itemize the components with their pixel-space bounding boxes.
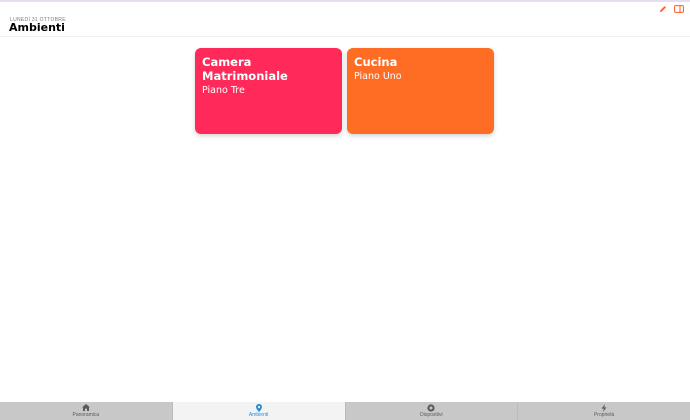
home-icon xyxy=(81,404,90,412)
lightning-icon xyxy=(601,403,607,412)
tab-label: Dispositivi xyxy=(420,411,443,418)
devices-icon xyxy=(427,403,435,412)
header-divider xyxy=(0,36,690,37)
tab-proprieta[interactable]: Proprietà xyxy=(518,402,690,420)
tab-label: Ambienti xyxy=(248,411,269,418)
tab-panoramica[interactable]: Panoramica xyxy=(0,402,173,420)
room-floor: Piano Uno xyxy=(354,71,402,82)
room-name: Cucina xyxy=(354,55,398,69)
room-name: Camera Matrimoniale xyxy=(202,55,288,83)
edit-pencil-icon[interactable] xyxy=(658,4,668,14)
tab-dispositivi[interactable]: Dispositivi xyxy=(346,402,519,420)
room-card-camera-matrimoniale[interactable]: Camera Matrimoniale Piano Tre xyxy=(195,48,342,134)
header-actions xyxy=(658,4,684,14)
tab-label: Panoramica xyxy=(72,411,100,418)
bottom-tab-bar: Panoramica Ambienti Dispositivi Propriet… xyxy=(0,402,690,420)
sidebar-panel-icon[interactable] xyxy=(674,4,684,14)
tab-ambienti[interactable]: Ambienti xyxy=(172,402,346,420)
tab-label: Proprietà xyxy=(593,411,615,418)
location-pin-icon xyxy=(255,403,262,412)
room-floor: Piano Tre xyxy=(202,85,245,96)
top-accent-line xyxy=(0,0,690,2)
page-title: Ambienti xyxy=(9,21,65,34)
room-card-cucina[interactable]: Cucina Piano Uno xyxy=(347,48,494,134)
